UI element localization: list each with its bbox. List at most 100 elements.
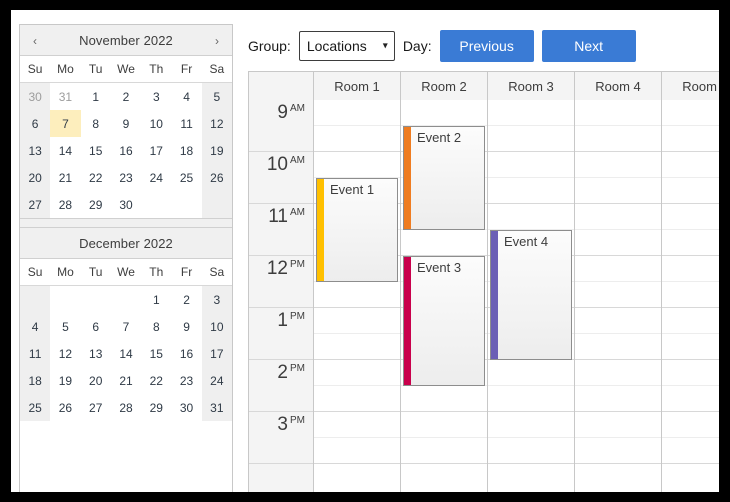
resource-column[interactable] <box>662 100 719 492</box>
time-slot[interactable] <box>575 178 661 204</box>
time-slot[interactable] <box>662 308 719 334</box>
time-slot[interactable] <box>488 360 574 386</box>
time-slot[interactable] <box>662 438 719 464</box>
calendar-day[interactable]: 21 <box>111 367 141 394</box>
calendar-day[interactable]: 31 <box>201 394 232 421</box>
calendar-day[interactable]: 30 <box>20 83 51 110</box>
calendar-day[interactable]: 24 <box>141 164 171 191</box>
time-slot[interactable] <box>662 178 719 204</box>
calendar-day[interactable]: 1 <box>141 286 171 313</box>
calendar-day[interactable]: 23 <box>111 164 141 191</box>
calendar-day[interactable]: 27 <box>81 394 111 421</box>
calendar-day[interactable]: 28 <box>50 191 80 218</box>
time-slot[interactable] <box>488 126 574 152</box>
time-slot[interactable] <box>401 100 487 126</box>
calendar-day[interactable]: 13 <box>81 340 111 367</box>
time-slot[interactable] <box>314 412 400 438</box>
calendar-day[interactable]: 29 <box>141 394 171 421</box>
resource-header-cell[interactable]: Room 4 <box>575 72 662 100</box>
calendar-day[interactable]: 26 <box>201 164 232 191</box>
calendar-day[interactable]: 7 <box>50 110 81 137</box>
time-slot[interactable] <box>314 386 400 412</box>
calendar-day[interactable]: 1 <box>81 83 111 110</box>
calendar-previous-month-icon[interactable]: ‹ <box>22 25 48 56</box>
time-slot[interactable] <box>575 100 661 126</box>
calendar-day[interactable]: 31 <box>50 83 80 110</box>
calendar-day[interactable]: 15 <box>141 340 171 367</box>
calendar-day[interactable]: 30 <box>171 394 201 421</box>
december-calendar-title[interactable]: December 2022 <box>79 236 173 251</box>
calendar-day[interactable]: 2 <box>171 286 201 313</box>
calendar-day[interactable]: 28 <box>111 394 141 421</box>
calendar-day[interactable]: 25 <box>171 164 201 191</box>
time-slot[interactable] <box>314 334 400 360</box>
calendar-day[interactable]: 14 <box>50 137 80 164</box>
time-slot[interactable] <box>662 100 719 126</box>
time-slot[interactable] <box>575 308 661 334</box>
time-slot[interactable] <box>575 334 661 360</box>
calendar-day[interactable]: 14 <box>111 340 141 367</box>
calendar-day[interactable]: 6 <box>20 110 51 137</box>
calendar-day[interactable]: 5 <box>50 313 80 340</box>
calendar-day[interactable]: 9 <box>111 110 141 137</box>
time-slot[interactable] <box>314 308 400 334</box>
time-slot[interactable] <box>575 126 661 152</box>
calendar-day[interactable]: 17 <box>201 340 232 367</box>
calendar-day[interactable]: 3 <box>201 286 232 313</box>
calendar-day[interactable]: 4 <box>20 313 51 340</box>
resource-header-cell[interactable]: Room 3 <box>488 72 575 100</box>
calendar-day[interactable]: 27 <box>20 191 51 218</box>
time-slot[interactable] <box>662 412 719 438</box>
calendar-day[interactable]: 25 <box>20 394 51 421</box>
scheduler-event[interactable]: Event 1 <box>316 178 398 282</box>
time-slot[interactable] <box>662 204 719 230</box>
time-slot[interactable] <box>575 282 661 308</box>
time-slot[interactable] <box>488 100 574 126</box>
scheduler-event[interactable]: Event 4 <box>490 230 572 360</box>
time-slot[interactable] <box>401 230 487 256</box>
calendar-day[interactable]: 8 <box>81 110 111 137</box>
calendar-day[interactable]: 23 <box>171 367 201 394</box>
time-slot[interactable] <box>488 152 574 178</box>
calendar-day[interactable]: 30 <box>111 191 141 218</box>
calendar-day[interactable]: 9 <box>171 313 201 340</box>
calendar-day[interactable]: 20 <box>20 164 51 191</box>
resource-column[interactable]: Event 1 <box>314 100 401 492</box>
time-slot[interactable] <box>662 126 719 152</box>
time-slot[interactable] <box>488 438 574 464</box>
calendar-day[interactable]: 16 <box>171 340 201 367</box>
time-slot[interactable] <box>314 152 400 178</box>
resource-column[interactable]: Event 2 Event 3 <box>401 100 488 492</box>
time-slot[interactable] <box>575 360 661 386</box>
time-slot[interactable] <box>662 334 719 360</box>
time-slot[interactable] <box>662 282 719 308</box>
calendar-day[interactable]: 7 <box>111 313 141 340</box>
calendar-day[interactable]: 22 <box>81 164 111 191</box>
calendar-day[interactable]: 13 <box>20 137 51 164</box>
next-day-button[interactable]: Next <box>541 30 636 62</box>
calendar-day[interactable]: 24 <box>201 367 232 394</box>
time-slot[interactable] <box>575 256 661 282</box>
time-slot[interactable] <box>401 386 487 412</box>
scheduler-event[interactable]: Event 3 <box>403 256 485 386</box>
resource-column[interactable] <box>575 100 662 492</box>
calendar-day[interactable]: 19 <box>50 367 80 394</box>
time-slot[interactable] <box>314 126 400 152</box>
calendar-day[interactable]: 11 <box>171 110 201 137</box>
calendar-day[interactable]: 10 <box>141 110 171 137</box>
calendar-day[interactable]: 18 <box>20 367 51 394</box>
calendar-day[interactable]: 19 <box>201 137 232 164</box>
calendar-day[interactable]: 11 <box>20 340 51 367</box>
time-slot[interactable] <box>314 360 400 386</box>
calendar-day[interactable]: 12 <box>50 340 80 367</box>
resource-column[interactable]: Event 4 <box>488 100 575 492</box>
group-select[interactable]: Locations <box>298 31 395 61</box>
time-slot[interactable] <box>488 204 574 230</box>
scheduler-event[interactable]: Event 2 <box>403 126 485 230</box>
calendar-next-month-icon[interactable]: › <box>204 25 230 56</box>
calendar-day[interactable]: 20 <box>81 367 111 394</box>
calendar-day[interactable]: 8 <box>141 313 171 340</box>
calendar-day[interactable]: 21 <box>50 164 80 191</box>
calendar-day[interactable]: 16 <box>111 137 141 164</box>
time-slot[interactable] <box>314 100 400 126</box>
